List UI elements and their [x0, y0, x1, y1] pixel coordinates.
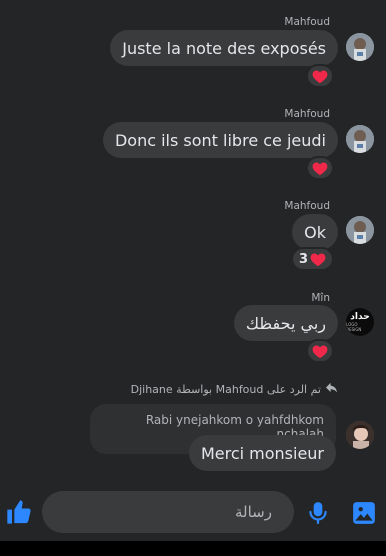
reply-arrow-icon — [325, 382, 338, 396]
reaction-count: 3 — [298, 251, 308, 267]
microphone-icon[interactable] — [304, 497, 332, 529]
avatar-mahfoud[interactable] — [346, 125, 374, 153]
like-icon[interactable] — [4, 496, 34, 528]
sender-name: Mahfoud — [284, 108, 330, 120]
message-bubble[interactable]: Merci monsieur — [188, 435, 336, 471]
heart-icon — [310, 252, 326, 267]
message-bubble[interactable]: Ok — [292, 214, 338, 250]
reaction-badge[interactable] — [306, 156, 334, 180]
sender-name: Mahfoud — [284, 16, 330, 28]
chat-thread: Mahfoud Juste la note des exposés Mahfou… — [0, 0, 386, 480]
reaction-badge[interactable] — [306, 339, 334, 363]
avatar-logo-text: حداد — [350, 312, 370, 322]
message-input-container — [42, 491, 294, 533]
reaction-badge[interactable]: 3 — [290, 247, 334, 271]
avatar-djihane[interactable] — [346, 421, 374, 449]
heart-icon — [312, 161, 328, 176]
avatar-min[interactable]: حداد LOGO DESIGN — [346, 308, 374, 336]
avatar-logo-subtext: LOGO DESIGN — [346, 322, 362, 332]
reply-info-text: تم الرد على Mahfoud بواسطة Djihane — [130, 382, 321, 396]
avatar-mahfoud[interactable] — [346, 216, 374, 244]
sender-name: Mîn — [311, 292, 330, 304]
message-input[interactable] — [82, 491, 282, 533]
heart-icon — [312, 69, 328, 84]
avatar-mahfoud[interactable] — [346, 33, 374, 61]
reply-info: تم الرد على Mahfoud بواسطة Djihane — [131, 382, 338, 396]
system-nav-strip — [0, 541, 386, 556]
message-bubble[interactable]: Juste la note des exposés — [110, 30, 338, 66]
message-bubble[interactable]: Donc ils sont libre ce jeudi — [102, 122, 338, 158]
image-icon[interactable] — [350, 497, 378, 529]
reaction-badge[interactable] — [306, 64, 334, 88]
message-bubble[interactable]: ربي يحفظك — [233, 305, 338, 341]
heart-icon — [312, 344, 328, 359]
sender-name: Mahfoud — [284, 200, 330, 212]
